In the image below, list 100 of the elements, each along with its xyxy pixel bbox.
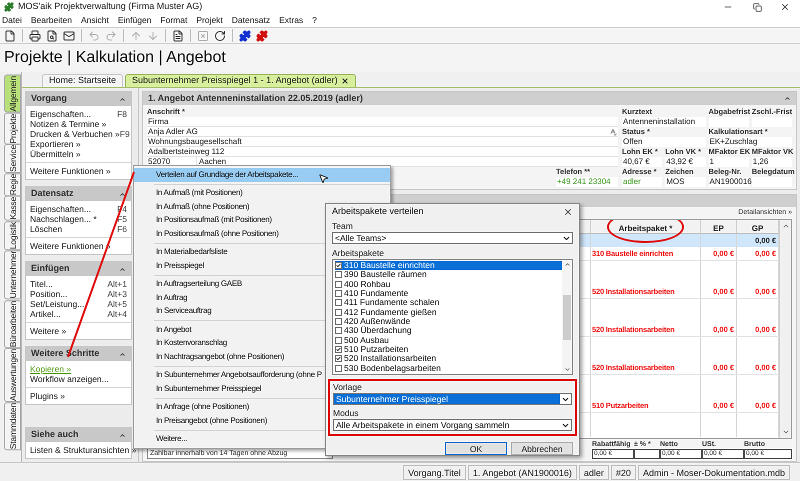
collapse-icon[interactable] bbox=[119, 96, 126, 102]
form-field[interactable]: Antenneninstallation bbox=[622, 117, 706, 127]
checkbox[interactable] bbox=[335, 308, 342, 316]
checkbox[interactable] bbox=[335, 346, 342, 354]
sidebar-item[interactable]: Weitere Funktionen » bbox=[30, 164, 111, 178]
sidebar-item[interactable]: Eigenschaften... bbox=[30, 108, 91, 120]
address-field[interactable]: Wohnungsbaugesellschaft bbox=[147, 137, 618, 147]
side-tab[interactable]: Projekte bbox=[4, 112, 21, 144]
side-tab[interactable]: Auswertungen bbox=[4, 348, 21, 402]
menu-item[interactable]: Einfügen bbox=[118, 14, 152, 27]
menu-item[interactable]: Verteilen auf Grundlage der Arbeitspakete... bbox=[134, 168, 390, 182]
panel-header[interactable]: Datensatz bbox=[26, 187, 131, 201]
checkbox[interactable] bbox=[335, 364, 342, 372]
side-tab[interactable]: Unternehmer bbox=[4, 250, 21, 300]
column-header[interactable]: GP bbox=[752, 224, 764, 232]
menu-item[interactable]: In Aufmaß (mit Positionen) bbox=[154, 186, 390, 200]
side-tab[interactable]: Büroarbeiten bbox=[4, 300, 21, 348]
checkbox[interactable] bbox=[335, 318, 342, 326]
side-tab[interactable]: Stammdaten bbox=[4, 402, 21, 450]
list-item[interactable]: 500 Ausbau bbox=[335, 336, 562, 345]
scroll-thumb[interactable] bbox=[563, 294, 571, 340]
checkbox[interactable] bbox=[335, 280, 342, 288]
collapse-icon[interactable] bbox=[119, 266, 126, 272]
menu-item[interactable]: ? bbox=[312, 14, 317, 27]
side-tab[interactable]: Logistik bbox=[4, 220, 21, 250]
document-tab[interactable]: Subunternehmer Preisspiegel 1 - 1. Angebot (adler) bbox=[125, 74, 356, 87]
address-field[interactable]: Firma bbox=[147, 117, 618, 127]
column-header[interactable]: EP bbox=[713, 224, 724, 232]
checkbox[interactable] bbox=[335, 299, 342, 306]
sidebar-item[interactable]: Weitere » bbox=[30, 324, 66, 338]
list-item[interactable]: 411 Fundamente schalen bbox=[335, 298, 562, 308]
scrollbar[interactable] bbox=[562, 260, 572, 374]
menu-item[interactable]: Projekt bbox=[196, 14, 223, 27]
column-header[interactable]: Arbeitspaket * bbox=[618, 224, 672, 232]
form-field[interactable]: EK+Zuschlag bbox=[708, 137, 792, 147]
list-item[interactable]: 410 Fundamente bbox=[335, 288, 562, 298]
sidebar-item[interactable]: Exportieren » bbox=[30, 138, 81, 150]
sidebar-item[interactable]: Drucken & Verbuchen » bbox=[30, 128, 120, 140]
form-field[interactable]: 43,92 € bbox=[665, 157, 706, 167]
menu-item[interactable]: Datensatz bbox=[232, 14, 270, 27]
side-tab[interactable]: Kasse bbox=[4, 196, 21, 221]
close-icon[interactable] bbox=[563, 207, 573, 217]
spellcheck-icon[interactable] bbox=[609, 128, 617, 136]
dropdown[interactable]: Alle Arbeitspakete in einem Vorgang sammeln bbox=[333, 419, 572, 431]
puzzle-icon[interactable] bbox=[238, 28, 252, 42]
sidebar-item[interactable]: Artikel... bbox=[30, 308, 61, 320]
document-tab[interactable]: Home: Startseite bbox=[42, 74, 124, 87]
document-icon[interactable] bbox=[171, 28, 185, 42]
collapse-icon[interactable] bbox=[119, 190, 126, 198]
form-field[interactable]: MOS bbox=[665, 177, 706, 187]
collapse-icon[interactable] bbox=[784, 95, 791, 102]
print-preview-icon[interactable] bbox=[45, 28, 59, 42]
dialog-button[interactable]: OK bbox=[445, 442, 507, 455]
checkbox[interactable] bbox=[335, 336, 342, 344]
sidebar-item[interactable]: Position... bbox=[30, 288, 68, 300]
sidebar-item[interactable]: Set/Leistung... bbox=[30, 298, 84, 310]
sidebar-item[interactable]: Übermitteln » bbox=[30, 148, 81, 160]
restore-icon[interactable] bbox=[753, 2, 762, 12]
checkbox[interactable] bbox=[335, 327, 342, 334]
checkbox[interactable] bbox=[335, 262, 342, 270]
checkbox[interactable] bbox=[335, 290, 342, 298]
sidebar-item[interactable]: Notizen & Termine » bbox=[30, 118, 106, 130]
menu-item[interactable]: Ansicht bbox=[80, 14, 109, 27]
address-field[interactable]: Adalbertsteinweg 112 bbox=[147, 147, 618, 157]
panel-header[interactable]: Vorgang bbox=[26, 92, 131, 106]
puzzle-icon[interactable] bbox=[255, 28, 269, 42]
list-item[interactable]: 520 Installationsarbeiten bbox=[335, 354, 562, 364]
close-tab-icon[interactable] bbox=[340, 77, 349, 85]
sidebar-item[interactable]: Titel... bbox=[30, 278, 53, 290]
scrollbar[interactable] bbox=[779, 220, 791, 438]
menu-item[interactable]: Datei bbox=[2, 14, 22, 27]
form-field[interactable]: 1,26 bbox=[752, 157, 792, 167]
address-field[interactable]: Anja Adler AG bbox=[147, 127, 618, 137]
new-document-icon[interactable] bbox=[3, 28, 17, 42]
list-item[interactable]: 530 Bodenbelagsarbeiten bbox=[335, 364, 562, 373]
print-icon[interactable] bbox=[28, 28, 42, 42]
panel-header[interactable]: Einfügen bbox=[26, 262, 131, 276]
phone-field[interactable]: +49 241 23304 bbox=[556, 177, 618, 187]
form-field[interactable]: Offen bbox=[622, 137, 706, 147]
menu-item[interactable]: Bearbeiten bbox=[30, 14, 72, 27]
scroll-down-icon[interactable] bbox=[564, 366, 570, 373]
panel-header[interactable]: Siehe auch bbox=[26, 428, 131, 442]
dropdown[interactable]: <Alle Teams> bbox=[332, 232, 573, 244]
menu-item[interactable]: Format bbox=[160, 14, 188, 27]
sidebar-item[interactable]: Workflow anzeigen... bbox=[30, 372, 109, 386]
sidebar-item[interactable]: Plugins » bbox=[30, 390, 65, 402]
list-item[interactable]: 510 Putzarbeiten bbox=[335, 344, 562, 354]
sidebar-item[interactable]: Eigenschaften... bbox=[30, 202, 91, 216]
checkbox[interactable] bbox=[335, 355, 342, 362]
close-icon[interactable] bbox=[780, 2, 790, 12]
refresh-icon[interactable] bbox=[213, 28, 227, 42]
scroll-up-icon[interactable] bbox=[782, 222, 790, 230]
list-item[interactable]: 420 Außenwände bbox=[335, 316, 562, 326]
form-field[interactable]: 1 bbox=[708, 157, 749, 167]
collapse-icon[interactable] bbox=[119, 432, 126, 438]
list-item[interactable]: 430 Überdachung bbox=[335, 326, 562, 336]
sidebar-item[interactable]: Löschen bbox=[30, 222, 62, 236]
scroll-up-icon[interactable] bbox=[564, 261, 570, 268]
form-field[interactable]: 40,67 € bbox=[622, 157, 662, 167]
form-field[interactable]: AN1900016 bbox=[708, 177, 749, 187]
